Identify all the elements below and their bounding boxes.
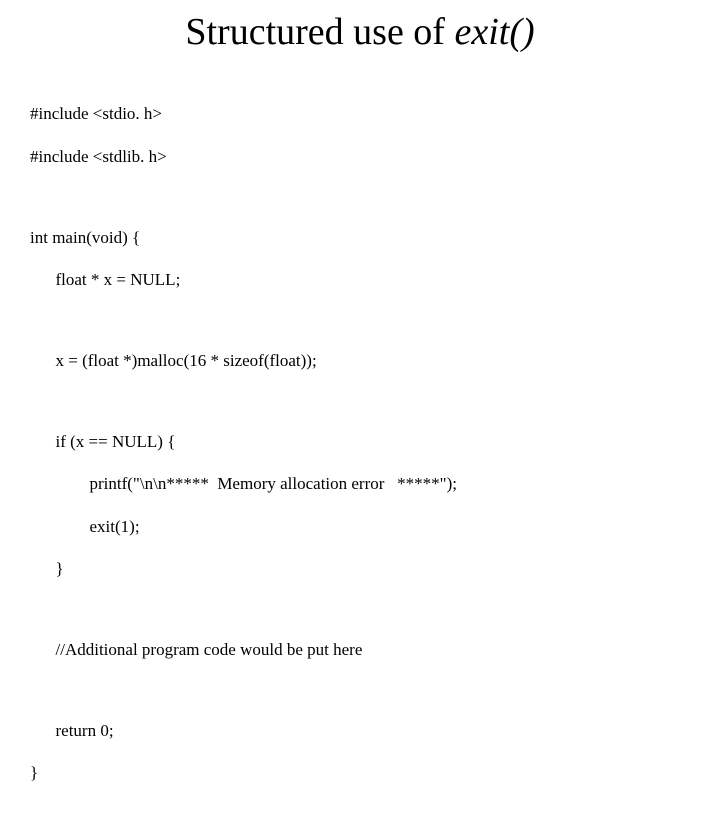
code-line: #include <stdlib. h> bbox=[30, 146, 690, 167]
blank-line bbox=[30, 601, 690, 618]
title-italic: exit() bbox=[454, 11, 534, 53]
code-line: float * x = NULL; bbox=[30, 269, 690, 290]
code-line: return 0; bbox=[30, 720, 690, 741]
title-prefix: Structured use of bbox=[185, 11, 454, 53]
code-line: } bbox=[30, 762, 690, 783]
code-line: exit(1); bbox=[30, 516, 690, 537]
slide: Structured use of exit() #include <stdio… bbox=[0, 0, 720, 540]
blank-line bbox=[30, 681, 690, 698]
blank-line bbox=[30, 188, 690, 205]
code-line: } bbox=[30, 558, 690, 579]
code-line: printf("\n\n***** Memory allocation erro… bbox=[30, 473, 690, 494]
code-line: if (x == NULL) { bbox=[30, 431, 690, 452]
code-line: //Additional program code would be put h… bbox=[30, 639, 690, 660]
code-line: #include <stdio. h> bbox=[30, 103, 690, 124]
slide-title: Structured use of exit() bbox=[30, 10, 690, 54]
blank-line bbox=[30, 312, 690, 329]
code-line: int main(void) { bbox=[30, 227, 690, 248]
blank-line bbox=[30, 392, 690, 409]
code-block: #include <stdio. h> #include <stdlib. h>… bbox=[30, 82, 690, 826]
code-line: x = (float *)malloc(16 * sizeof(float)); bbox=[30, 350, 690, 371]
